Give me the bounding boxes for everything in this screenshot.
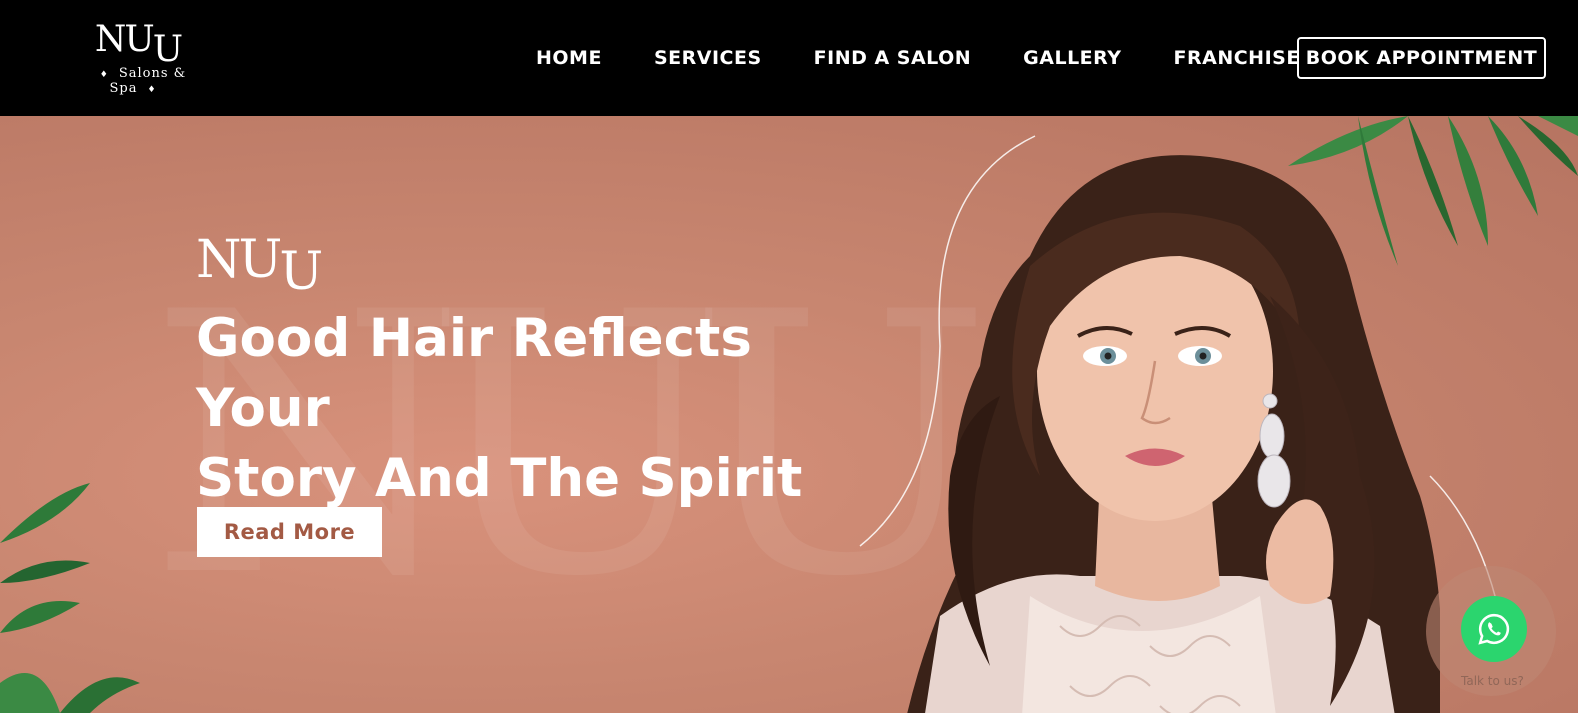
logo-tagline: ♦ Salons & Spa ♦ xyxy=(99,66,187,96)
book-appointment-button[interactable]: BOOK APPOINTMENT xyxy=(1297,37,1546,79)
site-header: NUU ♦ Salons & Spa ♦ HOME SERVICES FIND A … xyxy=(0,0,1578,116)
hero-headline: Good Hair Reflects Your Story And The Sp… xyxy=(196,304,876,514)
chat-label: Talk to us? xyxy=(1461,674,1524,688)
nav-gallery[interactable]: GALLERY xyxy=(1023,47,1121,69)
hero-headline-line1: Good Hair Reflects Your xyxy=(196,308,752,439)
hero-banner: NUU NUU Good Hair Reflects Your Story An… xyxy=(0,116,1578,713)
whatsapp-icon xyxy=(1478,613,1510,645)
nav-home[interactable]: HOME xyxy=(536,47,602,69)
nav-find-a-salon[interactable]: FIND A SALON xyxy=(814,47,972,69)
nav-franchise[interactable]: FRANCHISE xyxy=(1174,47,1300,69)
whatsapp-chat-button[interactable] xyxy=(1461,596,1527,662)
nav-services[interactable]: SERVICES xyxy=(654,47,762,69)
main-nav: HOME SERVICES FIND A SALON GALLERY FRANC… xyxy=(510,38,1326,78)
read-more-button[interactable]: Read More xyxy=(197,507,382,557)
hero-headline-line2: Story And The Spirit xyxy=(196,448,803,509)
leaves-bottom-left-decoration xyxy=(0,483,140,713)
logo-mark: NUU xyxy=(94,19,183,70)
hero-brand-mark: NUU xyxy=(196,230,323,302)
hero-model-image xyxy=(907,155,1440,713)
brand-logo[interactable]: NUU ♦ Salons & Spa ♦ xyxy=(70,18,206,100)
